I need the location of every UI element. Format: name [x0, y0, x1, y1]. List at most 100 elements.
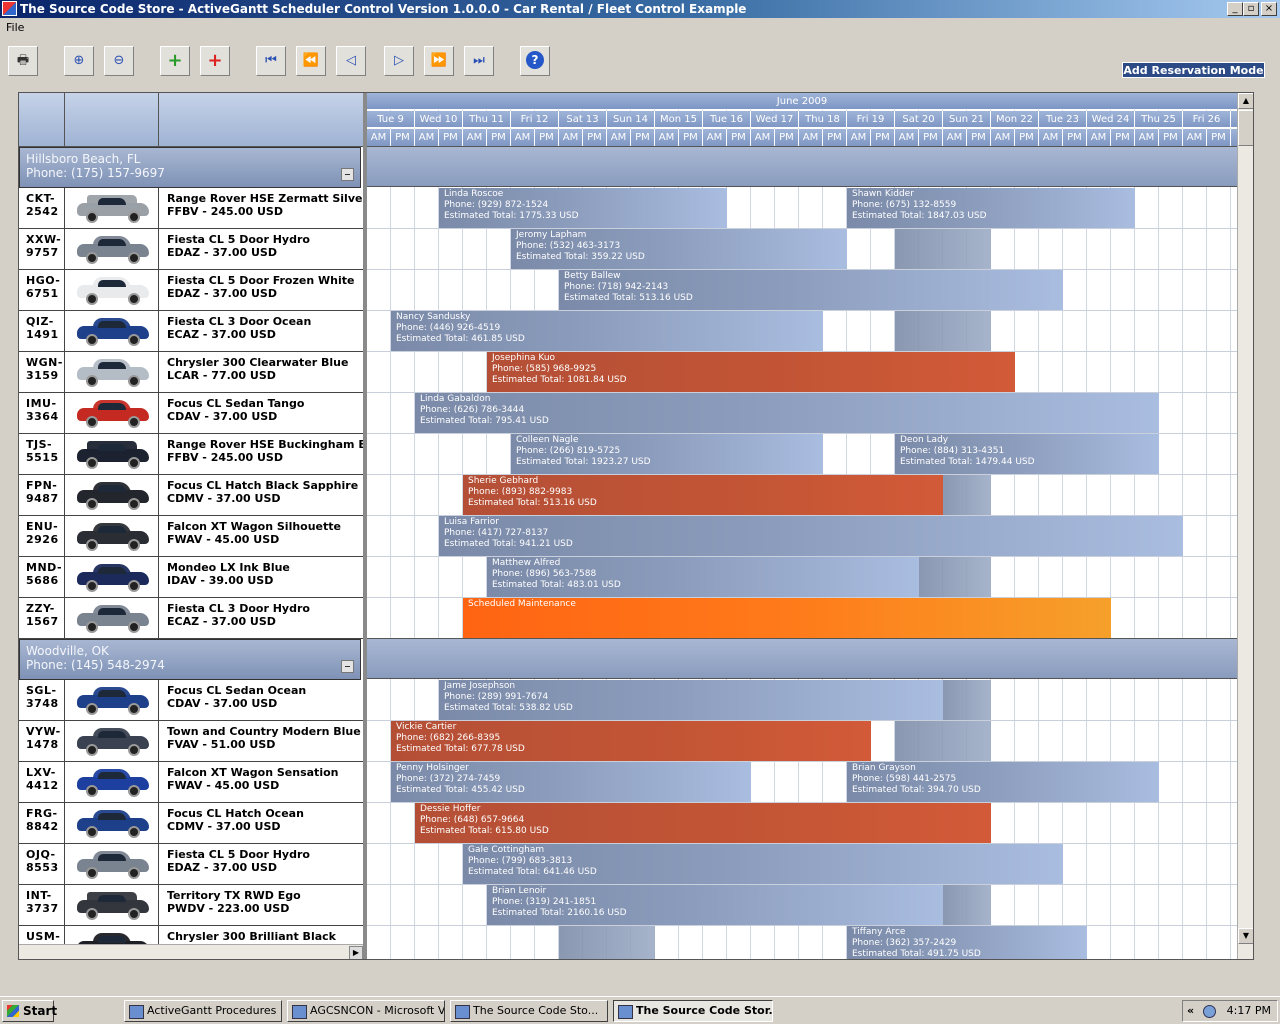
reservation-bar[interactable]: Nancy Sandusky Phone: (446) 926-4519 Estim… — [391, 311, 823, 351]
vehicle-row[interactable]: INT- 3737 Territory TX RWD Ego PWDV - 223.… — [19, 885, 363, 926]
vehicle-rate: EDAZ - 37.00 USD — [167, 861, 277, 874]
vertical-scrollbar[interactable]: ▲ ▼ — [1237, 93, 1253, 959]
reservation-bar[interactable]: Brian Grayson Phone: (598) 441-2575 Estima… — [847, 762, 1159, 802]
forward-icon[interactable]: ▷ — [384, 46, 414, 76]
reservation-bar[interactable]: Linda Gabaldon Phone: (626) 786-3444 Estim… — [415, 393, 1159, 433]
vehicle-row[interactable]: IMU- 3364 Focus CL Sedan Tango CDAV - 37.0… — [19, 393, 363, 434]
first-page-icon[interactable]: ⏮ — [256, 46, 286, 76]
reservation-bar[interactable]: Shawn Kidder Phone: (675) 132-8559 Estimat… — [847, 188, 1135, 228]
reservation-bar[interactable]: Tiffany Arce Phone: (362) 357-2429 Estimat… — [847, 926, 1087, 959]
start-button[interactable]: Start — [2, 1000, 57, 1022]
add-vehicle-icon[interactable]: + — [160, 46, 190, 76]
reservation-total: Estimated Total: 359.22 USD — [516, 252, 645, 262]
row-gridline — [367, 925, 1237, 926]
minimize-button[interactable]: _ — [1227, 2, 1243, 16]
maintenance-bar[interactable]: Scheduled Maintenance — [463, 598, 1111, 638]
reservation-bar[interactable]: Gale Cottingham Phone: (799) 683-3813 Esti… — [463, 844, 1063, 884]
reservation-name: Betty Ballew — [564, 271, 621, 281]
vehicle-row[interactable]: HGO- 6751 Fiesta CL 5 Door Frozen White ED… — [19, 270, 363, 311]
reservation-bar[interactable]: Linda Roscoe Phone: (929) 872-1524 Estimat… — [439, 188, 727, 228]
vehicle-description: Focus CL Sedan Ocean CDAV - 37.00 USD — [167, 684, 363, 710]
last-page-icon[interactable]: ⏭ — [464, 46, 494, 76]
reservation-phone: Phone: (417) 727-8137 — [444, 528, 549, 538]
vehicle-row[interactable]: WGN- 3159 Chrysler 300 Clearwater Blue LCA… — [19, 352, 363, 393]
maximize-button[interactable]: ▫ — [1243, 2, 1259, 16]
reservation-bar[interactable]: Vickie Cartier Phone: (682) 266-8395 Estim… — [391, 721, 871, 761]
reservation-bar[interactable]: Matthew Alfred Phone: (896) 563-7588 Estim… — [487, 557, 919, 597]
task-agcsncon[interactable]: AGCSNCON - Microsoft V... — [287, 1000, 445, 1022]
reservation-bar[interactable]: Josephina Kuo Phone: (585) 968-9925 Estima… — [487, 352, 1015, 392]
reservation-phone: Phone: (929) 872-1524 — [444, 200, 549, 210]
vehicle-row[interactable]: OJQ- 8553 Fiesta CL 5 Door Hydro EDAZ - 37… — [19, 844, 363, 885]
vehicle-row[interactable]: TJS- 5515 Range Rover HSE Buckingham Blue… — [19, 434, 363, 475]
back-icon[interactable]: ◁ — [336, 46, 366, 76]
reservation-bar[interactable]: Jeromy Lapham Phone: (532) 463-3173 Estima… — [511, 229, 847, 269]
task-source-code-store-1[interactable]: The Source Code Sto... — [450, 1000, 608, 1022]
reservation-bar[interactable]: Penny Holsinger Phone: (372) 274-7459 Esti… — [391, 762, 751, 802]
vehicle-image — [65, 844, 159, 884]
vehicle-row[interactable]: SGL- 3748 Focus CL Sedan Ocean CDAV - 37.0… — [19, 680, 363, 721]
vehicle-model: Range Rover HSE Zermatt Silver — [167, 192, 363, 205]
zoom-in-icon[interactable]: ⊕ — [64, 46, 94, 76]
reservation-total: Estimated Total: 1479.44 USD — [900, 457, 1035, 467]
add-reservation-mode-button[interactable]: Add Reservation Mode — [1122, 62, 1265, 78]
fast-back-icon[interactable]: ⏪ — [296, 46, 326, 76]
vehicle-row[interactable]: XXW- 9757 Fiesta CL 5 Door Hydro EDAZ - 37… — [19, 229, 363, 270]
am-header-cell: AM — [367, 129, 391, 146]
vehicle-row[interactable]: LXV- 4412 Falcon XT Wagon Sensation FWAV -… — [19, 762, 363, 803]
reservation-bar[interactable]: Brian Lenoir Phone: (319) 241-1851 Estimat… — [487, 885, 943, 925]
reservation-bar[interactable]: Sherie Gebhard Phone: (893) 882-9983 Estim… — [463, 475, 943, 515]
reservation-bar[interactable]: Colleen Nagle Phone: (266) 819-5725 Estima… — [511, 434, 823, 474]
print-icon[interactable]: 🖶 — [8, 46, 38, 76]
vehicle-row[interactable]: FPN- 9487 Focus CL Hatch Black Sapphire CD… — [19, 475, 363, 516]
reservation-bar[interactable]: Dessie Hoffer Phone: (648) 657-9664 Estima… — [415, 803, 991, 843]
scroll-right-arrow[interactable]: ▶ — [349, 946, 363, 959]
close-button[interactable]: × — [1261, 2, 1277, 16]
taskbar: Start ActiveGantt Procedures ... AGCSNCO… — [0, 996, 1280, 1024]
task-source-code-store-2[interactable]: The Source Code Stor... — [613, 1000, 773, 1022]
pm-header-cell: PM — [775, 129, 799, 146]
reservation-bar[interactable]: Betty Ballew Phone: (718) 942-2143 Estimat… — [559, 270, 1063, 310]
vehicle-row[interactable]: ZZY- 1567 Fiesta CL 3 Door Hydro ECAZ - 37… — [19, 598, 363, 639]
collapse-icon[interactable] — [341, 660, 354, 673]
collapse-icon[interactable] — [341, 168, 354, 181]
scroll-up-arrow[interactable]: ▲ — [1238, 93, 1253, 109]
reservation-bar[interactable]: Deon Lady Phone: (884) 313-4351 Estimated … — [895, 434, 1159, 474]
branch-phone: Phone: (145) 548-2974 — [26, 658, 165, 672]
header-code-column[interactable] — [19, 93, 65, 147]
reservation-phone: Phone: (675) 132-8559 — [852, 200, 957, 210]
car-wheel — [128, 375, 140, 387]
fast-forward-icon[interactable]: ⏩ — [424, 46, 454, 76]
header-description-column[interactable] — [159, 93, 363, 147]
header-image-column[interactable] — [65, 93, 159, 147]
am-header-cell: AM — [559, 129, 583, 146]
vehicle-row[interactable]: FRG- 8842 Focus CL Hatch Ocean CDMV - 37.0… — [19, 803, 363, 844]
menu-file[interactable]: File — [6, 21, 24, 34]
vehicle-description: Falcon XT Wagon Silhouette FWAV - 45.00 U… — [167, 520, 363, 546]
reservation-total: Estimated Total: 513.16 USD — [468, 498, 597, 508]
pm-header-cell: PM — [439, 129, 463, 146]
vehicle-row[interactable]: QIZ- 1491 Fiesta CL 3 Door Ocean ECAZ - 37… — [19, 311, 363, 352]
branch-header[interactable]: Woodville, OK Phone: (145) 548-2974 — [19, 639, 361, 680]
branch-header[interactable]: Hillsboro Beach, FL Phone: (175) 157-9697 — [19, 147, 361, 188]
horizontal-scrollbar[interactable]: ▶ — [19, 944, 363, 959]
vehicle-row[interactable]: CKT- 2542 Range Rover HSE Zermatt Silver F… — [19, 188, 363, 229]
vehicle-row[interactable]: ENU- 2926 Falcon XT Wagon Silhouette FWAV … — [19, 516, 363, 557]
volume-icon[interactable] — [1203, 1005, 1216, 1018]
scroll-down-arrow[interactable]: ▼ — [1238, 928, 1253, 944]
add-branch-icon[interactable]: + — [200, 46, 230, 76]
scroll-thumb[interactable] — [1238, 110, 1253, 146]
reservation-bar[interactable]: Jame Josephson Phone: (289) 991-7674 Estim… — [439, 680, 943, 720]
car-window — [98, 854, 126, 861]
reservation-total: Estimated Total: 1923.27 USD — [516, 457, 651, 467]
tray-expand-icon[interactable]: « — [1187, 1001, 1194, 1021]
zoom-out-icon[interactable]: ⊖ — [104, 46, 134, 76]
vehicle-row[interactable]: VYW- 1478 Town and Country Modern Blue FVA… — [19, 721, 363, 762]
vehicle-code: SGL- 3748 — [19, 680, 65, 720]
day-header-cell: Tue 23 — [1039, 111, 1087, 128]
task-activegantt-procedures[interactable]: ActiveGantt Procedures ... — [124, 1000, 282, 1022]
reservation-bar[interactable]: Luisa Farrior Phone: (417) 727-8137 Estima… — [439, 516, 1183, 556]
help-icon[interactable]: ? — [520, 46, 550, 76]
vehicle-model: Chrysler 300 Clearwater Blue — [167, 356, 349, 369]
vehicle-row[interactable]: MND- 5686 Mondeo LX Ink Blue IDAV - 39.00 … — [19, 557, 363, 598]
